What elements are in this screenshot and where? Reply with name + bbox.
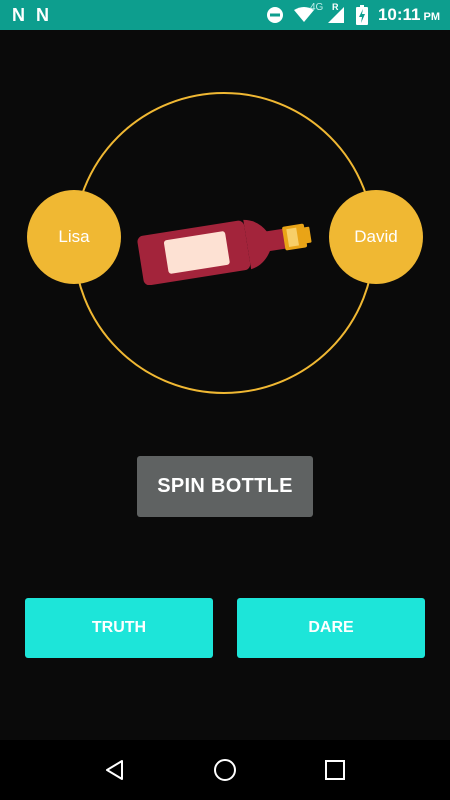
- spin-bottle-button[interactable]: SPIN BOTTLE: [137, 456, 313, 517]
- clock-ampm: PM: [423, 11, 441, 23]
- status-bar: N N 4G R 10:11 PM: [0, 0, 450, 30]
- status-left-icons: N N: [12, 4, 49, 26]
- player-lisa: Lisa: [27, 190, 121, 284]
- clock-time: 10:11: [377, 5, 421, 24]
- signal-icon: 4G R: [310, 2, 346, 24]
- player-name: David: [354, 227, 398, 246]
- n-notification-icon: N: [36, 4, 49, 25]
- do-not-disturb-icon: [266, 6, 284, 24]
- n-notification-icon: N: [12, 4, 25, 25]
- navigation-bar: [0, 740, 450, 800]
- player-name: Lisa: [58, 227, 90, 246]
- truth-button[interactable]: TRUTH: [25, 598, 213, 658]
- bottle-icon: [137, 219, 312, 285]
- battery-charging-icon: [355, 5, 368, 25]
- dare-button[interactable]: DARE: [237, 598, 425, 658]
- status-time: 10:11 PM: [378, 5, 440, 25]
- back-icon[interactable]: [95, 750, 135, 790]
- roaming-label: R: [331, 2, 339, 12]
- home-icon[interactable]: [205, 750, 245, 790]
- status-right-icons: 4G R 10:11 PM: [266, 2, 440, 25]
- network-type-label: 4G: [309, 2, 324, 13]
- app-screen: N N 4G R 10:11 PM Lisa David SPIN BOTTLE…: [0, 0, 450, 800]
- player-david: David: [329, 190, 423, 284]
- recents-icon[interactable]: [315, 750, 355, 790]
